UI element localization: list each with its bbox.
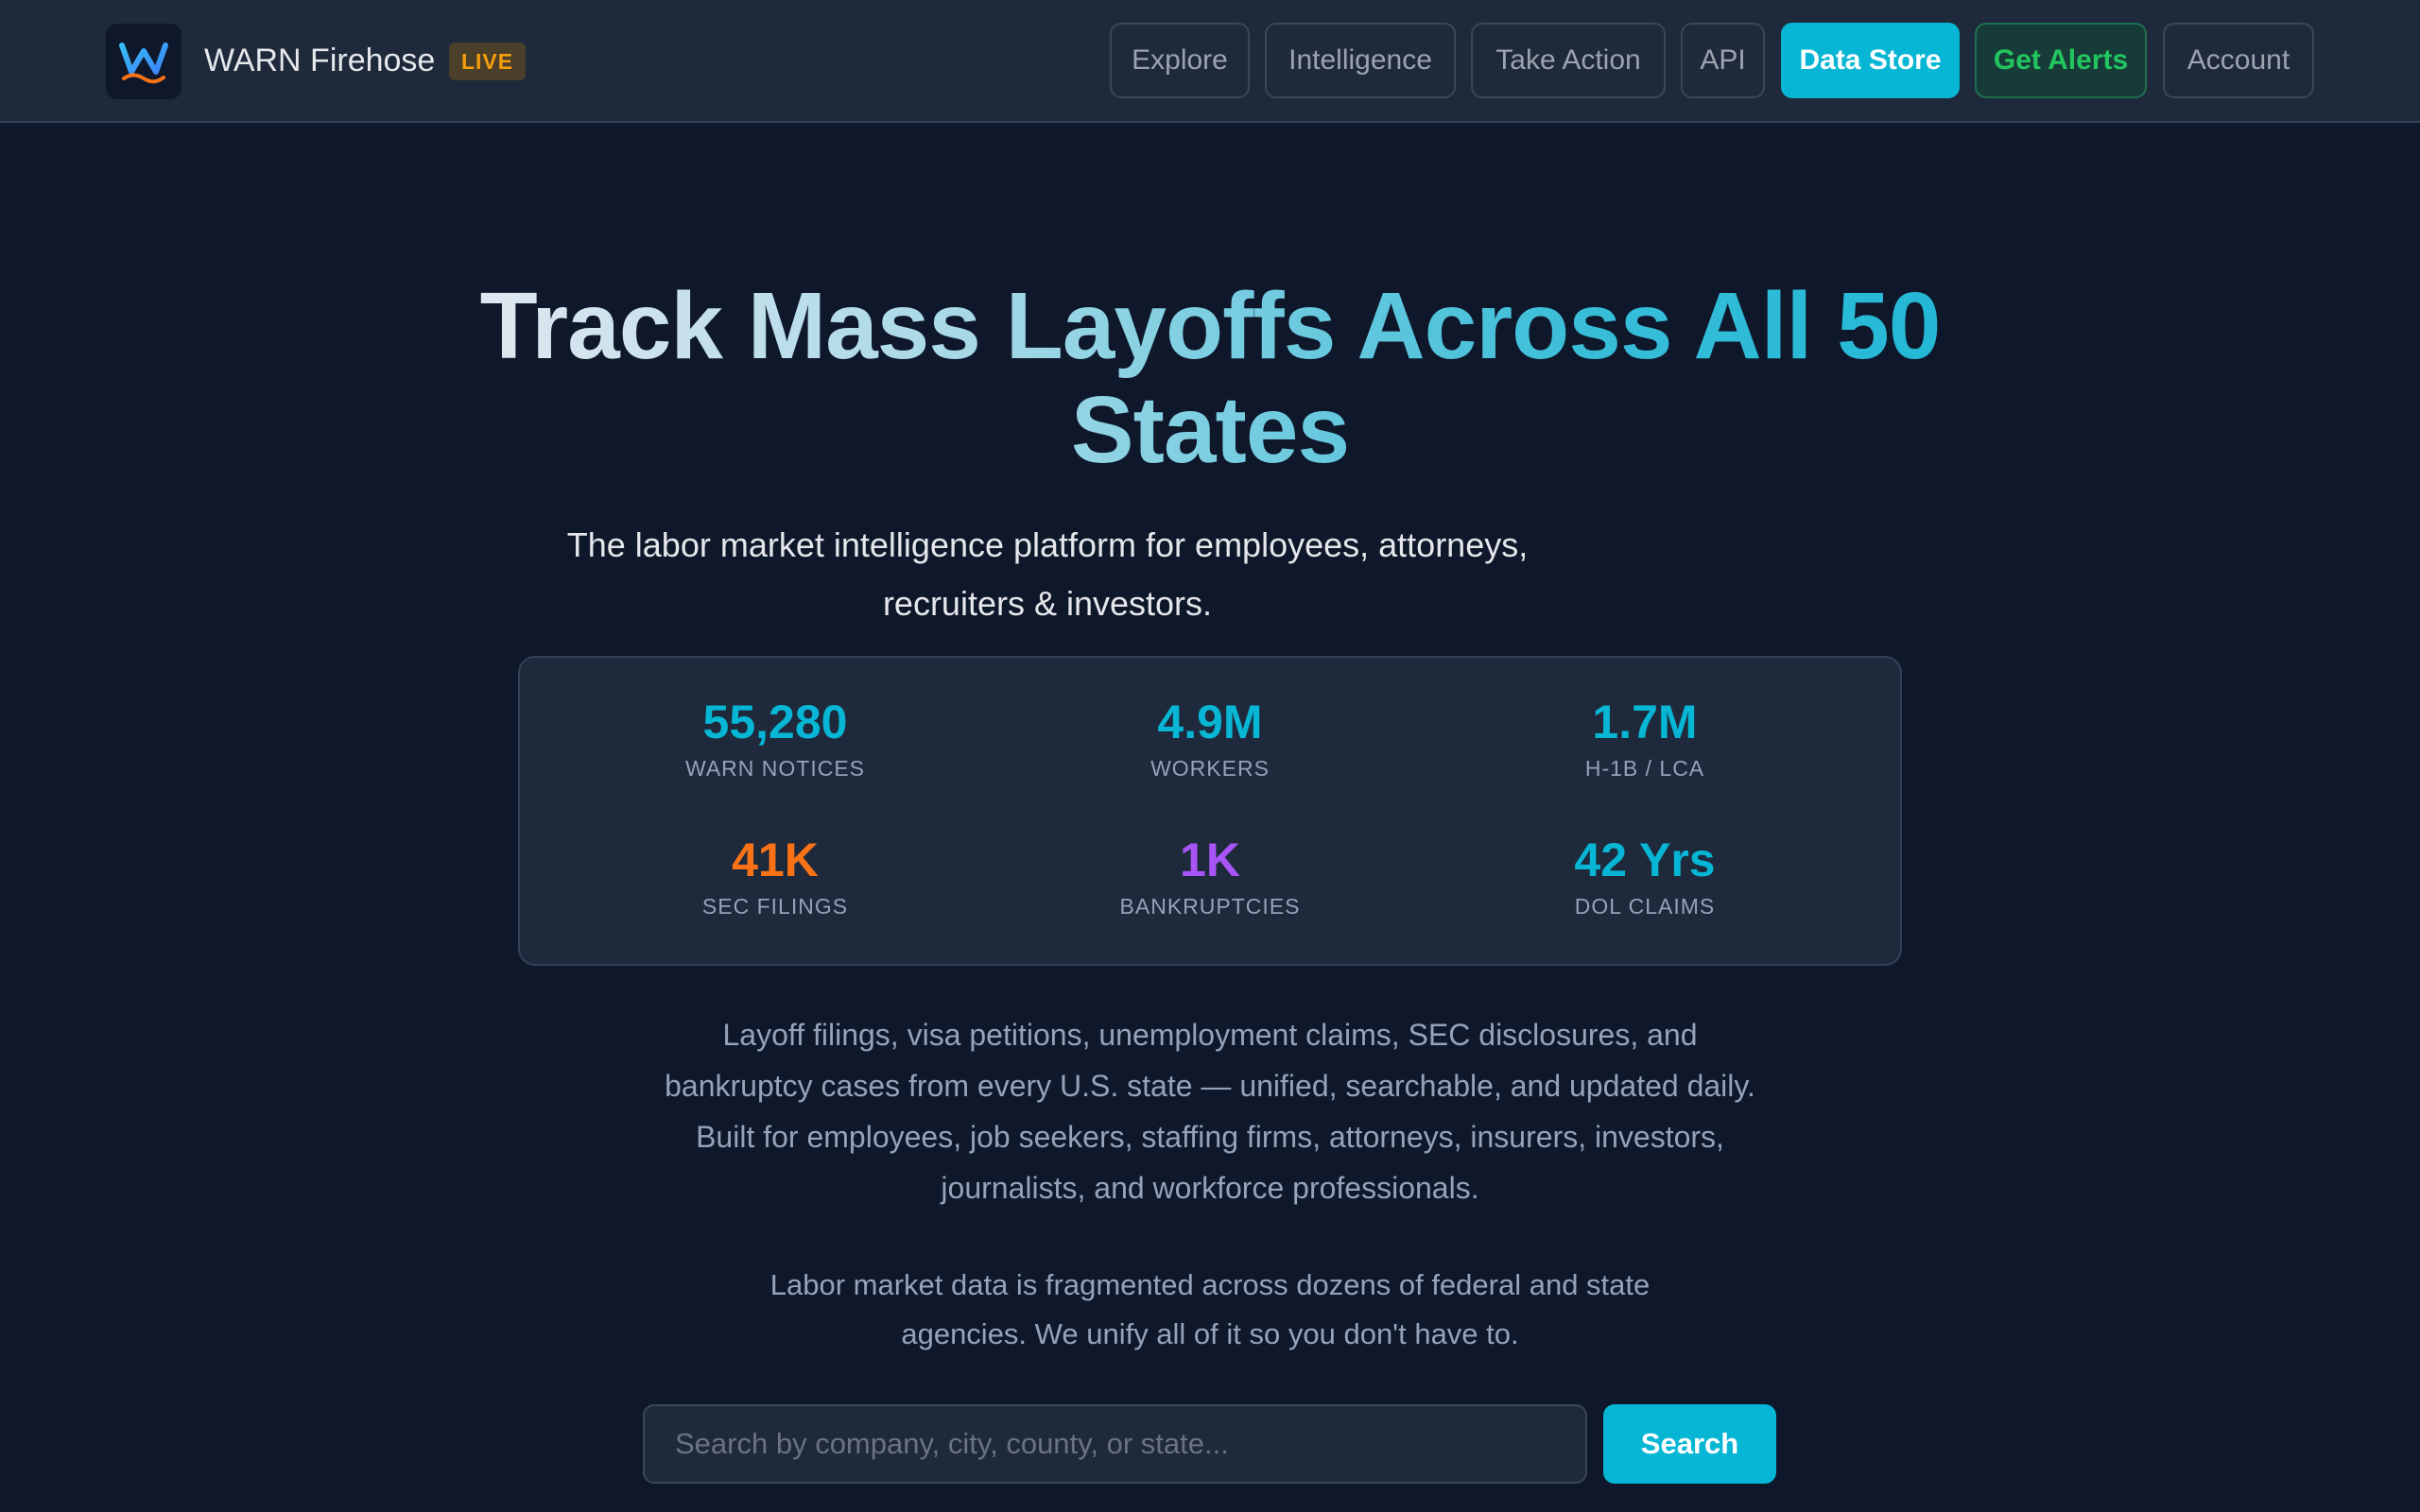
stat-label: WORKERS — [1150, 756, 1270, 781]
stat-value: 4.9M — [1157, 696, 1263, 748]
stat-value: 1.7M — [1592, 696, 1698, 748]
stat-label: DOL CLAIMS — [1574, 894, 1716, 919]
nav-account-button[interactable]: Account — [2163, 23, 2314, 98]
platform-secondary-description: Labor market data is fragmented across d… — [769, 1268, 1651, 1350]
stat-label: H-1B / LCA — [1584, 756, 1705, 781]
nav-take-action-button[interactable]: Take Action — [1471, 23, 1666, 98]
hero-title: Track Mass Layoffs Across All 50 States — [454, 274, 1966, 482]
stats-card: 55,280 WARN NOTICES 4.9M WORKERS 1.7M H-… — [518, 656, 1902, 966]
nav-api-button[interactable]: API — [1681, 23, 1765, 98]
stat-label: BANKRUPTCIES — [1119, 894, 1301, 919]
nav-get-alerts-button[interactable]: Get Alerts — [1975, 23, 2147, 98]
stat-h1b-lca: 1.7M H-1B / LCA — [1456, 694, 1834, 782]
search-input[interactable] — [643, 1404, 1587, 1484]
nav-explore-button[interactable]: Explore — [1110, 23, 1250, 98]
stat-sec-filings: 41K SEC FILINGS — [586, 832, 964, 920]
warn-firehose-logo-icon[interactable] — [106, 24, 182, 99]
platform-description: Layoff filings, visa petitions, unemploy… — [665, 1018, 1755, 1205]
stat-value: 1K — [1180, 833, 1240, 886]
stat-dol-claims: 42 Yrs DOL CLAIMS — [1456, 832, 1834, 920]
stat-bankruptcies: 1K BANKRUPTCIES — [1021, 832, 1399, 920]
stat-label: SEC FILINGS — [701, 894, 849, 919]
stat-value: 55,280 — [702, 696, 848, 748]
top-navigation-bar: WARN Firehose LIVE Explore Intelligence … — [0, 0, 2420, 123]
nav-data-store-button[interactable]: Data Store — [1781, 23, 1960, 98]
stat-workers: 4.9M WORKERS — [1021, 694, 1399, 782]
hero-subtitle: The labor market intelligence platform f… — [566, 525, 1529, 623]
brand-name[interactable]: WARN Firehose — [204, 38, 435, 83]
search-button[interactable]: Search — [1603, 1404, 1776, 1484]
live-status-badge: LIVE — [449, 43, 526, 80]
stat-value: 42 Yrs — [1574, 833, 1716, 886]
nav-intelligence-button[interactable]: Intelligence — [1265, 23, 1456, 98]
stat-value: 41K — [732, 833, 819, 886]
stat-warn-notices: 55,280 WARN NOTICES — [586, 694, 964, 782]
stat-label: WARN NOTICES — [684, 756, 866, 781]
